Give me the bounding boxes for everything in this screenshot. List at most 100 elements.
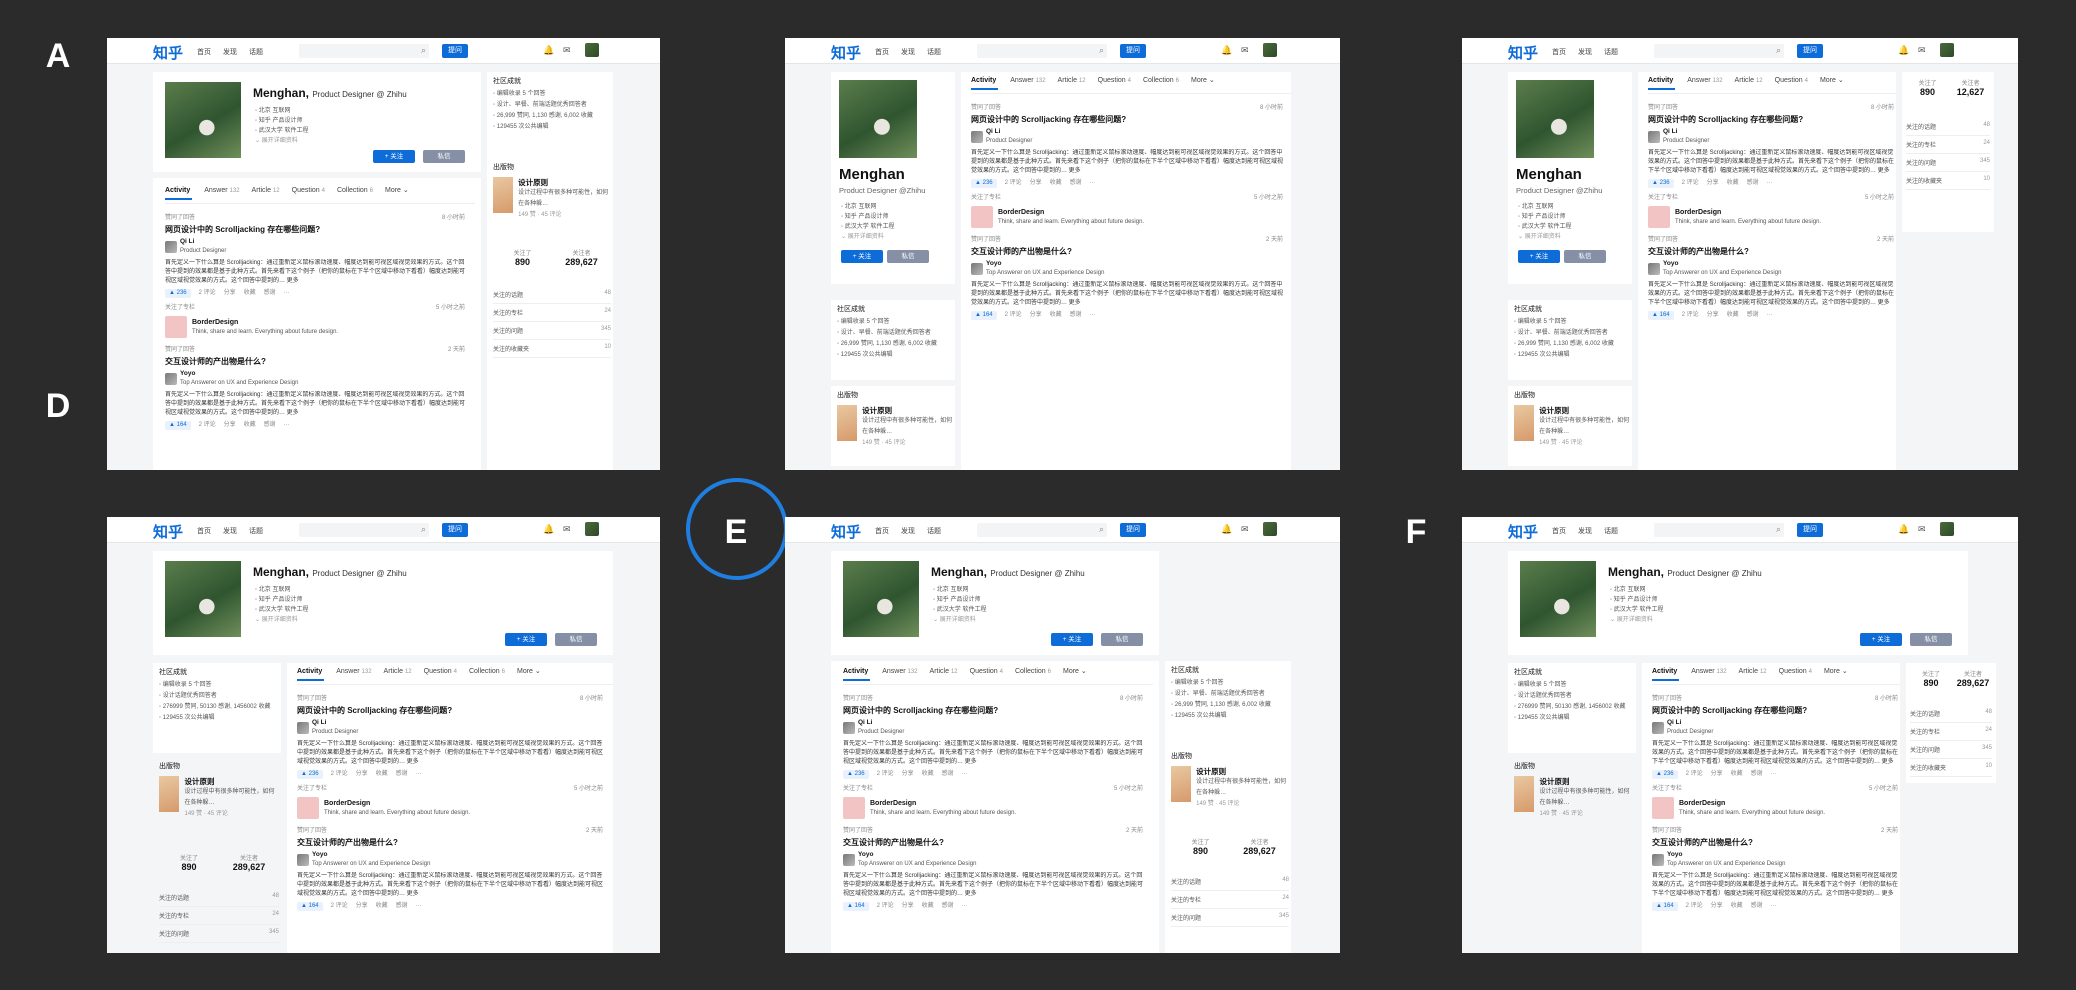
action-3[interactable]: 感谢 — [1747, 311, 1759, 320]
action-0[interactable]: 2 评论 — [1005, 179, 1022, 188]
action-4[interactable]: ··· — [284, 289, 290, 298]
tab-collection[interactable]: Collection 6 — [469, 668, 505, 675]
followers-stat[interactable]: 关注者 289,627 — [1952, 669, 1994, 688]
action-2[interactable]: 收藏 — [922, 770, 934, 779]
action-4[interactable]: ··· — [1090, 179, 1096, 188]
tab-article[interactable]: Article 12 — [1739, 668, 1767, 675]
action-2[interactable]: 收藏 — [922, 902, 934, 911]
more-info-link[interactable]: ⌄ 展开详细资料 — [255, 136, 308, 146]
action-2[interactable]: 收藏 — [1050, 311, 1062, 320]
ask-button[interactable]: 提问 — [442, 523, 468, 537]
tab-article[interactable]: Article 12 — [1058, 77, 1086, 84]
action-3[interactable]: 感谢 — [1751, 770, 1763, 779]
book-item[interactable]: 设计原则 设计过程中有很多种可能性，如何在各种躲… 149 赞 · 45 评论 — [493, 177, 611, 221]
column-item[interactable]: BorderDesign Think, share and learn. Ever… — [1652, 797, 1898, 819]
question-title[interactable]: 网页设计中的 Scrolljacking 存在哪些问题? — [1652, 706, 1898, 715]
upvote-button[interactable]: ▲ 236 — [297, 770, 323, 779]
tab-activity[interactable]: Activity — [843, 668, 871, 681]
nav-item-1[interactable]: 发现 — [901, 526, 915, 536]
action-1[interactable]: 分享 — [356, 902, 368, 911]
action-4[interactable]: ··· — [1767, 179, 1773, 188]
search-icon[interactable]: ⌕ — [421, 45, 426, 56]
nav-item-0[interactable]: 首页 — [875, 526, 889, 536]
action-4[interactable]: ··· — [416, 770, 422, 779]
follow-list-item[interactable]: 关注的话题 48 — [1910, 705, 1992, 723]
author-name[interactable]: Yoyo — [1663, 260, 1678, 267]
action-3[interactable]: 感谢 — [1070, 311, 1082, 320]
tab-answer[interactable]: Answer 132 — [204, 187, 239, 194]
book-name[interactable]: 设计原则 — [1539, 776, 1634, 787]
nav-item-2[interactable]: 话题 — [927, 526, 941, 536]
avatar[interactable] — [1940, 43, 1954, 57]
upvote-button[interactable]: ▲ 164 — [297, 902, 323, 911]
action-1[interactable]: 分享 — [1030, 179, 1042, 188]
upvote-button[interactable]: ▲ 236 — [971, 179, 997, 188]
message-icon[interactable]: ✉ — [1918, 45, 1926, 56]
question-title[interactable]: 交互设计师的产出物是什么? — [843, 838, 1143, 847]
avatar[interactable] — [1263, 43, 1277, 57]
tab-question[interactable]: Question 4 — [1098, 77, 1131, 84]
column-name[interactable]: BorderDesign — [324, 800, 370, 807]
ask-button[interactable]: 提问 — [1797, 523, 1823, 537]
tab-collection[interactable]: Collection 6 — [1143, 77, 1179, 84]
action-4[interactable]: ··· — [1771, 902, 1777, 911]
action-4[interactable]: ··· — [1771, 770, 1777, 779]
action-4[interactable]: ··· — [284, 421, 290, 430]
follow-list-item[interactable]: 关注的话题 48 — [1906, 118, 1990, 136]
tab-activity[interactable]: Activity — [1652, 668, 1680, 681]
bell-icon[interactable]: 🔔 — [1898, 524, 1909, 535]
column-name[interactable]: BorderDesign — [870, 800, 916, 807]
tab-question[interactable]: Question 4 — [1779, 668, 1812, 675]
following-stat[interactable]: 关注了 890 — [159, 853, 219, 872]
author-avatar[interactable] — [297, 853, 309, 866]
nav-item-2[interactable]: 话题 — [249, 47, 263, 57]
question-title[interactable]: 网页设计中的 Scrolljacking 存在哪些问题? — [843, 706, 1143, 715]
action-0[interactable]: 2 评论 — [1682, 311, 1699, 320]
tab-more[interactable]: More ⌄ — [1191, 77, 1215, 84]
avatar[interactable] — [1263, 522, 1277, 536]
action-2[interactable]: 收藏 — [1731, 770, 1743, 779]
more-info-link[interactable]: ⌄ 展开详细资料 — [255, 615, 308, 625]
book-item[interactable]: 设计原则 设计过程中有很多种可能性，如何在各种躲… 149 赞 · 45 评论 — [1514, 776, 1634, 820]
upvote-button[interactable]: ▲ 236 — [165, 289, 191, 298]
tab-answer[interactable]: Answer 132 — [1691, 668, 1726, 675]
author-avatar[interactable] — [1652, 721, 1664, 734]
author-avatar[interactable] — [843, 721, 855, 734]
column-name[interactable]: BorderDesign — [1679, 800, 1725, 807]
author-avatar[interactable] — [1648, 262, 1660, 275]
tab-article[interactable]: Article 12 — [930, 668, 958, 675]
upvote-button[interactable]: ▲ 164 — [843, 902, 869, 911]
action-2[interactable]: 收藏 — [376, 902, 388, 911]
question-title[interactable]: 交互设计师的产出物是什么? — [1648, 247, 1894, 256]
tab-more[interactable]: More ⌄ — [385, 187, 409, 194]
upvote-button[interactable]: ▲ 164 — [1648, 311, 1674, 320]
tab-collection[interactable]: Collection 6 — [337, 187, 373, 194]
message-icon[interactable]: ✉ — [1918, 524, 1926, 535]
follow-list-item[interactable]: 关注的问题 345 — [159, 925, 279, 943]
author-name[interactable]: Qi Li — [180, 238, 194, 245]
more-info-link[interactable]: ⌄ 展开详细资料 — [841, 232, 894, 242]
ask-button[interactable]: 提问 — [1120, 44, 1146, 58]
follow-list-item[interactable]: 关注的问题 345 — [1910, 741, 1992, 759]
search-icon[interactable]: ⌕ — [1099, 45, 1104, 56]
author-name[interactable]: Qi Li — [1667, 719, 1681, 726]
tab-question[interactable]: Question 4 — [292, 187, 325, 194]
action-0[interactable]: 2 评论 — [199, 289, 216, 298]
question-title[interactable]: 网页设计中的 Scrolljacking 存在哪些问题? — [1648, 115, 1894, 124]
author-name[interactable]: Yoyo — [312, 851, 327, 858]
follow-list-item[interactable]: 关注的专栏 24 — [493, 304, 611, 322]
action-0[interactable]: 2 评论 — [877, 770, 894, 779]
follow-list-item[interactable]: 关注的话题 48 — [493, 286, 611, 304]
zhihu-logo[interactable]: 知乎 — [831, 521, 861, 542]
zhihu-logo[interactable]: 知乎 — [153, 521, 183, 542]
book-item[interactable]: 设计原则 设计过程中有很多种可能性，如何在各种躲… 149 赞 · 45 评论 — [1514, 405, 1632, 449]
design-option-b[interactable]: 知乎 首页 发现 话题 ⌕ 提问 🔔 ✉ Menghan Product Designer @Zh… — [785, 38, 1340, 470]
message-icon[interactable]: ✉ — [563, 45, 571, 56]
search-input[interactable]: ⌕ — [977, 523, 1107, 537]
book-item[interactable]: 设计原则 设计过程中有很多种可能性，如何在各种躲… 149 赞 · 45 评论 — [159, 776, 279, 820]
action-1[interactable]: 分享 — [1030, 311, 1042, 320]
upvote-button[interactable]: ▲ 236 — [843, 770, 869, 779]
action-2[interactable]: 收藏 — [1727, 179, 1739, 188]
question-title[interactable]: 网页设计中的 Scrolljacking 存在哪些问题? — [165, 225, 465, 234]
follow-list-item[interactable]: 关注的问题 345 — [1906, 154, 1990, 172]
